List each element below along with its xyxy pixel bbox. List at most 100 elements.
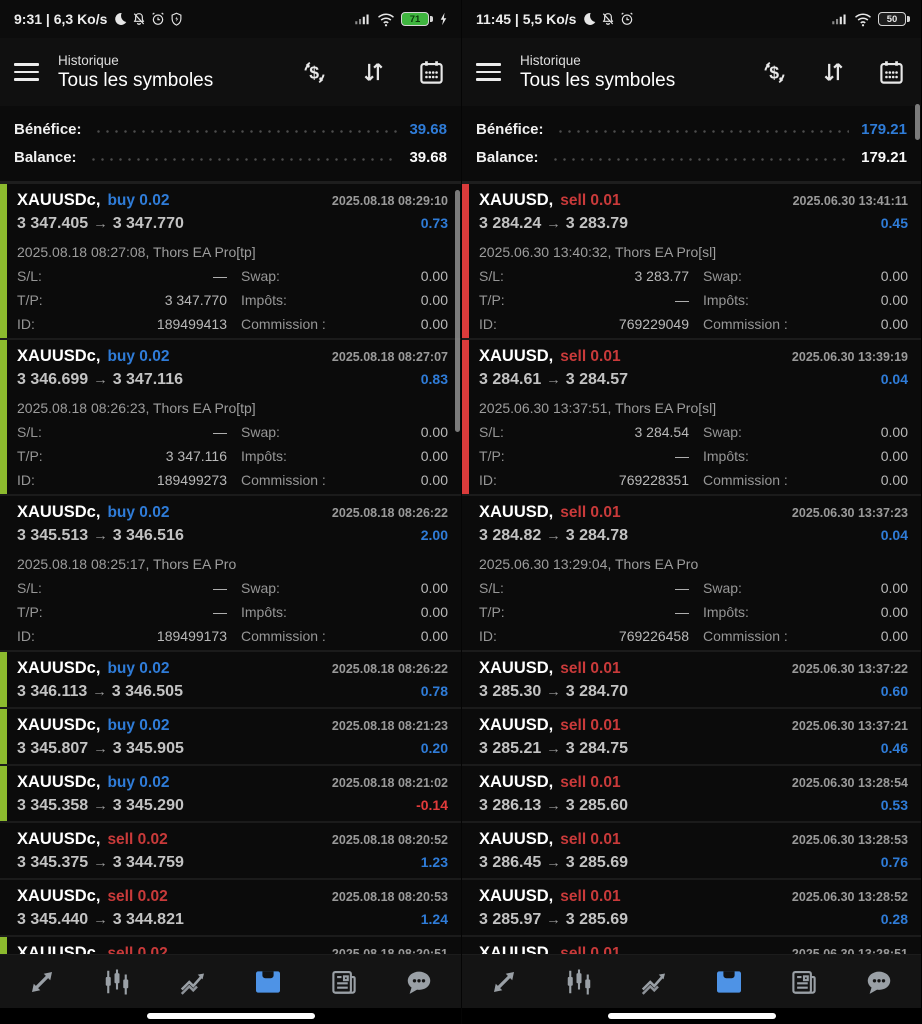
arrow-glyph: → — [541, 855, 566, 871]
menu-button[interactable] — [14, 63, 39, 80]
news-tab[interactable] — [781, 959, 827, 1005]
open-price: 3 284.24 — [479, 215, 541, 232]
sort-arrows-button[interactable] — [820, 59, 846, 85]
trade-price-line: 3 345.358→3 345.290-0.14 — [17, 795, 448, 817]
trade-row[interactable]: XAUUSDc,sell 0.022025.08.18 08:20:533 34… — [0, 880, 461, 937]
open-price: 3 284.61 — [479, 371, 541, 388]
home-indicator[interactable] — [147, 1013, 315, 1019]
close-price: 3 345.905 — [113, 740, 184, 757]
trade-price-line: 3 284.61→3 284.570.04 — [479, 369, 908, 391]
trade-symbol: XAUUSD, — [479, 658, 553, 679]
trade-symbol: XAUUSDc, — [17, 772, 100, 793]
trade-history-list: XAUUSDc,buy 0.022025.08.18 08:29:103 347… — [0, 184, 461, 954]
trade-profit: 0.04 — [881, 525, 908, 546]
chat-tab[interactable] — [856, 959, 902, 1005]
arrow-glyph: → — [88, 855, 113, 871]
candlestick-chart-tab[interactable] — [94, 959, 140, 1005]
commission-label: Commission : — [689, 315, 821, 334]
trade-header-line: XAUUSDc,buy 0.022025.08.18 08:27:07 — [17, 346, 448, 368]
sort-arrows-button[interactable] — [360, 59, 386, 85]
trade-row[interactable]: XAUUSDc,buy 0.022025.08.18 08:21:023 345… — [0, 766, 461, 823]
trade-prices: 3 284.24→3 283.79 — [479, 213, 628, 235]
close-price: 3 284.78 — [566, 527, 628, 544]
trade-row[interactable]: XAUUSDc,buy 0.022025.08.18 08:27:073 346… — [0, 340, 461, 496]
tax-label: Impôts: — [227, 603, 359, 622]
open-time-comment: 2025.06.30 13:40:32, Thors EA Pro[sl] — [479, 243, 908, 261]
id-value: 189499413 — [81, 315, 227, 334]
wifi-icon — [854, 12, 872, 27]
swap-label: Swap: — [689, 267, 821, 286]
trade-row[interactable]: XAUUSDc,buy 0.022025.08.18 08:26:223 345… — [0, 496, 461, 652]
currency-exchange-button[interactable]: $ — [761, 59, 788, 86]
trade-row[interactable]: XAUUSDc,buy 0.022025.08.18 08:26:223 346… — [0, 652, 461, 709]
trade-profit: 0.45 — [881, 213, 908, 234]
history-tray-tab[interactable] — [245, 959, 291, 1005]
line-chart-tab[interactable] — [631, 959, 677, 1005]
trade-row[interactable]: XAUUSD,sell 0.012025.06.30 13:41:113 284… — [462, 184, 921, 340]
trade-row[interactable]: XAUUSD,sell 0.012025.06.30 13:28:533 286… — [462, 823, 921, 880]
trade-row[interactable]: XAUUSDc,buy 0.022025.08.18 08:21:233 345… — [0, 709, 461, 766]
calendar-button[interactable] — [418, 59, 445, 86]
tax-value: 0.00 — [821, 291, 908, 310]
swap-value: 0.00 — [821, 423, 908, 442]
position-type-indicator — [462, 184, 469, 338]
trade-row[interactable]: XAUUSDc,sell 0.022025.08.18 08:20:51→ — [0, 937, 461, 954]
tp-value: — — [543, 291, 689, 310]
scrollbar[interactable] — [915, 104, 920, 140]
balance-label: Balance: — [476, 149, 539, 166]
news-tab[interactable] — [321, 959, 367, 1005]
menu-button[interactable] — [476, 63, 501, 80]
trade-row[interactable]: XAUUSD,sell 0.012025.06.30 13:37:213 285… — [462, 709, 921, 766]
trade-row[interactable]: XAUUSD,sell 0.012025.06.30 13:28:523 285… — [462, 880, 921, 937]
trade-arrows-tab[interactable] — [481, 959, 527, 1005]
close-price: 3 284.70 — [566, 683, 628, 700]
id-value: 769228351 — [543, 471, 689, 490]
candlestick-chart-tab[interactable] — [556, 959, 602, 1005]
open-price: 3 285.21 — [479, 740, 541, 757]
trade-price-line: 3 286.13→3 285.600.53 — [479, 795, 908, 817]
open-price: 3 285.30 — [479, 683, 541, 700]
sl-label: S/L: — [17, 579, 81, 598]
trade-row[interactable]: XAUUSDc,sell 0.022025.08.18 08:20:523 34… — [0, 823, 461, 880]
scrollbar[interactable] — [455, 190, 460, 432]
trade-profit: 0.20 — [421, 738, 448, 759]
chat-tab[interactable] — [396, 959, 442, 1005]
tax-label: Impôts: — [227, 291, 359, 310]
trade-profit: 2.00 — [421, 525, 448, 546]
open-price: 3 345.807 — [17, 740, 88, 757]
commission-label: Commission : — [227, 315, 359, 334]
line-chart-tab[interactable] — [170, 959, 216, 1005]
trade-profit: 0.60 — [881, 681, 908, 702]
trade-header-line: XAUUSD,sell 0.012025.06.30 13:28:54 — [479, 772, 908, 794]
trade-side-volume: sell 0.01 — [560, 502, 620, 523]
trade-detail-grid: S/L:3 283.77Swap:0.00T/P:—Impôts:0.00ID:… — [479, 267, 908, 334]
balance-value: 179.21 — [861, 149, 907, 166]
trade-symbol: XAUUSDc, — [17, 715, 100, 736]
commission-value: 0.00 — [359, 471, 448, 490]
trade-header-line: XAUUSD,sell 0.012025.06.30 13:39:19 — [479, 346, 908, 368]
trade-row[interactable]: XAUUSD,sell 0.012025.06.30 13:28:543 286… — [462, 766, 921, 823]
trade-close-time: 2025.06.30 13:37:22 — [792, 659, 908, 680]
trade-close-time: 2025.06.30 13:41:11 — [793, 191, 908, 212]
history-tray-tab[interactable] — [706, 959, 752, 1005]
trade-symbol: XAUUSD, — [479, 346, 553, 367]
calendar-button[interactable] — [878, 59, 905, 86]
currency-exchange-button[interactable]: $ — [301, 59, 328, 86]
swap-label: Swap: — [227, 579, 359, 598]
bell-muted-icon — [131, 11, 147, 27]
trade-row[interactable]: XAUUSD,sell 0.012025.06.30 13:39:193 284… — [462, 340, 921, 496]
trade-close-time: 2025.06.30 13:28:51 — [792, 944, 908, 954]
open-price: 3 346.113 — [17, 683, 87, 700]
trade-row[interactable]: XAUUSD,sell 0.012025.06.30 13:37:233 284… — [462, 496, 921, 652]
trade-prices: 3 284.82→3 284.78 — [479, 525, 628, 547]
trade-row[interactable]: XAUUSD,sell 0.012025.06.30 13:37:223 285… — [462, 652, 921, 709]
sl-label: S/L: — [479, 267, 543, 286]
account-summary: Bénéfice: 179.21 Balance: 179.21 — [462, 106, 921, 184]
trade-prices: 3 345.807→3 345.905 — [17, 738, 184, 760]
home-indicator[interactable] — [608, 1013, 776, 1019]
id-value: 769226458 — [543, 627, 689, 646]
trade-header-line: XAUUSDc,sell 0.022025.08.18 08:20:53 — [17, 886, 448, 908]
trade-arrows-tab[interactable] — [19, 959, 65, 1005]
trade-row[interactable]: XAUUSD,sell 0.012025.06.30 13:28:51→ — [462, 937, 921, 954]
trade-row[interactable]: XAUUSDc,buy 0.022025.08.18 08:29:103 347… — [0, 184, 461, 340]
